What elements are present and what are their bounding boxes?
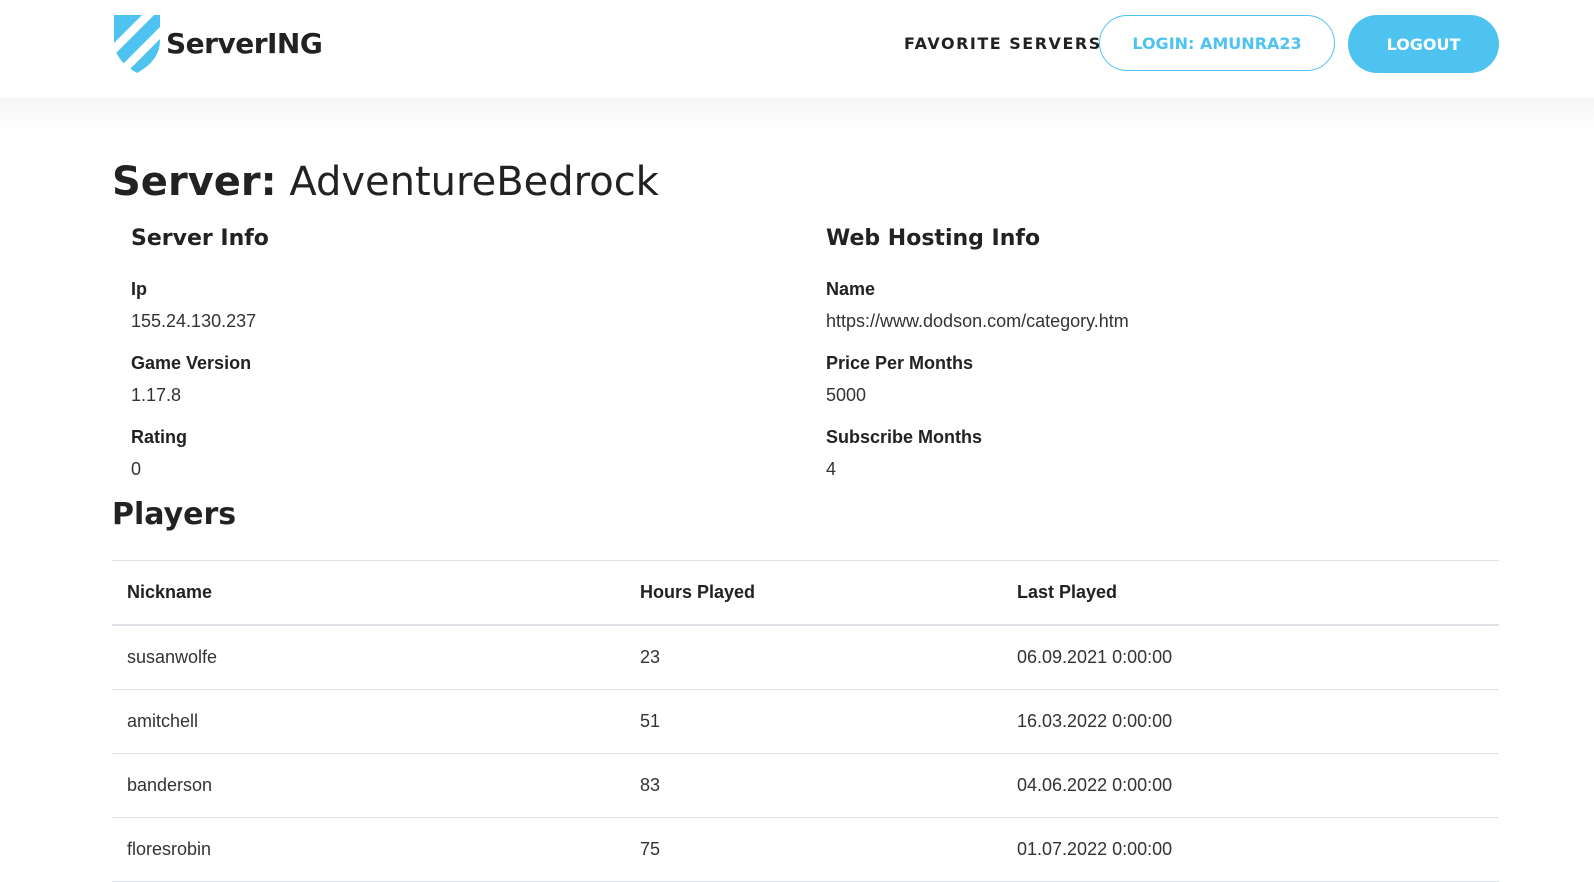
players-heading: Players (112, 497, 237, 532)
game-version-value: 1.17.8 (131, 385, 182, 405)
hosting-name-label: Name (826, 279, 876, 299)
hosting-name-value: https://www.dodson.com/category.htm (826, 311, 1129, 331)
page-title-prefix: Server: (112, 159, 277, 205)
shield-logo-icon (112, 11, 162, 75)
player-last-played: 04.06.2022 0:00:00 (1002, 753, 1499, 818)
player-last-played: 16.03.2022 0:00:00 (1002, 689, 1499, 754)
ip-value: 155.24.130.237 (131, 311, 257, 331)
table-header-row: Nickname Hours Played Last Played (112, 560, 1499, 626)
player-hours-played: 51 (625, 689, 1002, 754)
player-nickname: banderson (112, 753, 625, 818)
game-version-label: Game Version (131, 353, 252, 373)
rating-value: 0 (131, 459, 142, 479)
brand-name: ServerING (166, 26, 323, 60)
rating-label: Rating (131, 427, 187, 447)
ip-label: Ip (131, 279, 147, 299)
column-header-hours-played: Hours Played (625, 560, 1002, 626)
nav-favorite-servers[interactable]: FAVORITE SERVERS (904, 31, 1102, 57)
player-nickname: floresrobin (112, 817, 625, 882)
player-last-played: 01.07.2022 0:00:00 (1002, 817, 1499, 882)
web-hosting-info-heading: Web Hosting Info (826, 226, 1041, 251)
table-row: floresrobin 75 01.07.2022 0:00:00 (112, 817, 1499, 882)
player-hours-played: 23 (625, 625, 1002, 690)
price-per-month-label: Price Per Months (826, 353, 974, 373)
player-nickname: susanwolfe (112, 625, 625, 690)
players-table: Nickname Hours Played Last Played susanw… (112, 560, 1499, 882)
player-hours-played: 75 (625, 817, 1002, 882)
header-shadow (0, 98, 1594, 134)
table-row: susanwolfe 23 06.09.2021 0:00:00 (112, 625, 1499, 690)
server-name: AdventureBedrock (289, 159, 659, 205)
server-info-heading: Server Info (131, 226, 269, 251)
page-title: Server: AdventureBedrock (112, 156, 659, 208)
price-per-month-value: 5000 (826, 385, 867, 405)
player-nickname: amitchell (112, 689, 625, 754)
brand-logo-link[interactable]: ServerING (112, 10, 323, 76)
player-hours-played: 83 (625, 753, 1002, 818)
column-header-last-played: Last Played (1002, 560, 1499, 626)
player-last-played: 06.09.2021 0:00:00 (1002, 625, 1499, 690)
subscribe-months-label: Subscribe Months (826, 427, 983, 447)
logout-button[interactable]: LOGOUT (1348, 15, 1499, 73)
table-row: banderson 83 04.06.2022 0:00:00 (112, 753, 1499, 818)
table-row: amitchell 51 16.03.2022 0:00:00 (112, 689, 1499, 754)
login-user-button[interactable]: LOGIN: AMUNRA23 (1099, 15, 1335, 71)
subscribe-months-value: 4 (826, 459, 837, 479)
column-header-nickname: Nickname (112, 560, 625, 626)
